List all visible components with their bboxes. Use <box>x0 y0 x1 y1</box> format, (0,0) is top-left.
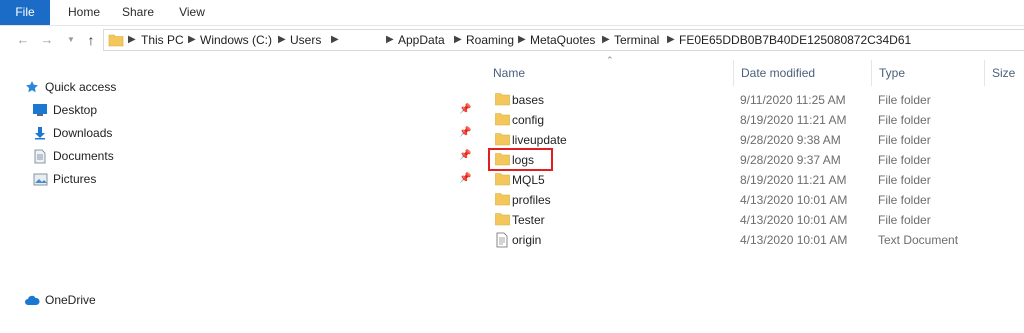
sidebar-item-quick-access[interactable]: Quick access <box>24 78 116 96</box>
table-row[interactable]: logs 9/28/2020 9:37 AM File folder <box>490 150 1024 170</box>
cloud-icon <box>24 292 40 308</box>
file-type: File folder <box>878 173 931 187</box>
up-arrow-icon[interactable]: ↑ <box>84 33 98 47</box>
back-arrow-icon[interactable]: ← <box>16 33 30 47</box>
folder-icon <box>495 112 510 129</box>
sidebar-item-label: Desktop <box>53 103 98 117</box>
sort-ascending-icon: ⌃ <box>606 55 614 65</box>
table-row[interactable]: liveupdate 9/28/2020 9:38 AM File folder <box>490 130 1024 150</box>
file-date-modified: 8/19/2020 11:21 AM <box>740 173 847 187</box>
sidebar-item-onedrive[interactable]: OneDrive <box>24 291 96 309</box>
folder-icon <box>495 212 510 229</box>
file-name: Tester <box>512 213 545 227</box>
folder-icon <box>495 92 510 109</box>
file-type: Text Document <box>878 233 959 247</box>
folder-icon <box>495 172 510 189</box>
folder-icon <box>108 33 124 50</box>
file-type: File folder <box>878 193 931 207</box>
file-name: MQL5 <box>512 173 545 187</box>
sidebar-item-downloads[interactable]: Downloads <box>32 124 112 142</box>
document-icon <box>32 148 48 164</box>
tab-home[interactable]: Home <box>67 0 101 25</box>
file-date-modified: 9/28/2020 9:38 AM <box>740 133 841 147</box>
table-row[interactable]: bases 9/11/2020 11:25 AM File folder <box>490 90 1024 110</box>
breadcrumb-separator-icon: ▶ <box>386 34 394 45</box>
forward-arrow-icon[interactable]: → <box>40 33 54 47</box>
table-row[interactable]: origin 4/13/2020 10:01 AM Text Document <box>490 230 1024 250</box>
breadcrumb-separator-icon: ▶ <box>331 34 339 45</box>
pictures-icon <box>32 171 48 187</box>
sidebar-item-desktop[interactable]: Desktop <box>32 101 97 119</box>
breadcrumb-metaquotes[interactable]: MetaQuotes <box>530 33 595 47</box>
file-name: config <box>512 113 545 127</box>
column-divider[interactable] <box>733 60 734 86</box>
breadcrumb-windows-c[interactable]: Windows (C:) <box>200 33 272 47</box>
file-name: origin <box>512 233 542 247</box>
breadcrumb-appdata[interactable]: AppData <box>398 33 445 47</box>
breadcrumb-this-pc[interactable]: This PC <box>141 33 184 47</box>
file-date-modified: 9/11/2020 11:25 AM <box>740 93 846 107</box>
breadcrumb-separator-icon: ▶ <box>667 34 675 45</box>
file-type: File folder <box>878 213 931 227</box>
file-name: profiles <box>512 193 551 207</box>
sidebar-item-label: Documents <box>53 149 114 163</box>
folder-icon <box>495 192 510 209</box>
pin-icon[interactable]: 📌 <box>459 104 471 115</box>
highlight-box <box>488 148 553 171</box>
file-date-modified: 9/28/2020 9:37 AM <box>740 153 841 167</box>
file-type: File folder <box>878 93 931 107</box>
sidebar-item-label: Downloads <box>53 126 113 140</box>
breadcrumb-users[interactable]: Users <box>290 33 321 47</box>
sidebar-item-label: Pictures <box>53 172 97 186</box>
file-date-modified: 8/19/2020 11:21 AM <box>740 113 847 127</box>
pin-icon[interactable]: 📌 <box>459 150 471 161</box>
table-row[interactable]: config 8/19/2020 11:21 AM File folder <box>490 110 1024 130</box>
file-name: liveupdate <box>512 133 567 147</box>
tab-view[interactable]: View <box>177 0 207 25</box>
sidebar-item-pictures[interactable]: Pictures <box>32 170 96 188</box>
file-name: bases <box>512 93 545 107</box>
column-divider[interactable] <box>984 60 985 86</box>
table-row[interactable]: MQL5 8/19/2020 11:21 AM File folder <box>490 170 1024 190</box>
breadcrumb-separator-icon: ▶ <box>602 34 610 45</box>
breadcrumb-roaming[interactable]: Roaming <box>466 33 514 47</box>
breadcrumb-separator-icon: ▶ <box>278 34 286 45</box>
folder-icon <box>495 132 510 149</box>
column-header-date-modified[interactable]: Date modified <box>741 66 815 80</box>
file-date-modified: 4/13/2020 10:01 AM <box>740 233 848 247</box>
recent-locations-chevron-icon[interactable]: ▼ <box>64 33 78 47</box>
pin-icon[interactable]: 📌 <box>459 173 471 184</box>
table-row[interactable]: profiles 4/13/2020 10:01 AM File folder <box>490 190 1024 210</box>
star-icon <box>24 79 40 95</box>
file-date-modified: 4/13/2020 10:01 AM <box>740 193 848 207</box>
file-type: File folder <box>878 113 931 127</box>
sidebar-item-documents[interactable]: Documents <box>32 147 114 165</box>
breadcrumb-separator-icon: ▶ <box>454 34 462 45</box>
text-file-icon <box>495 232 509 251</box>
desktop-icon <box>32 102 48 118</box>
download-arrow-icon <box>32 125 48 141</box>
sidebar-item-label: Quick access <box>45 80 117 94</box>
breadcrumb-separator-icon: ▶ <box>128 34 136 45</box>
file-type: File folder <box>878 153 931 167</box>
breadcrumb-separator-icon: ▶ <box>518 34 526 45</box>
ribbon: File Home Share View <box>0 0 1024 26</box>
column-header-type[interactable]: Type <box>879 66 905 80</box>
file-type: File folder <box>878 133 931 147</box>
table-row[interactable]: Tester 4/13/2020 10:01 AM File folder <box>490 210 1024 230</box>
column-divider[interactable] <box>871 60 872 86</box>
address-bar[interactable]: ▶ This PC ▶ Windows (C:) ▶ Users ▶ ▶ App… <box>103 29 1024 51</box>
tab-file[interactable]: File <box>0 0 50 25</box>
sidebar-item-label: OneDrive <box>45 293 96 307</box>
column-header-name[interactable]: Name <box>493 66 525 80</box>
column-header-size[interactable]: Size <box>992 66 1015 80</box>
pin-icon[interactable]: 📌 <box>459 127 471 138</box>
breadcrumb-terminal[interactable]: Terminal <box>614 33 659 47</box>
tab-share[interactable]: Share <box>121 0 155 25</box>
breadcrumb-terminal-id[interactable]: FE0E65DDB0B7B40DE125080872C34D61 <box>679 33 911 47</box>
breadcrumb-separator-icon: ▶ <box>188 34 196 45</box>
file-date-modified: 4/13/2020 10:01 AM <box>740 213 848 227</box>
